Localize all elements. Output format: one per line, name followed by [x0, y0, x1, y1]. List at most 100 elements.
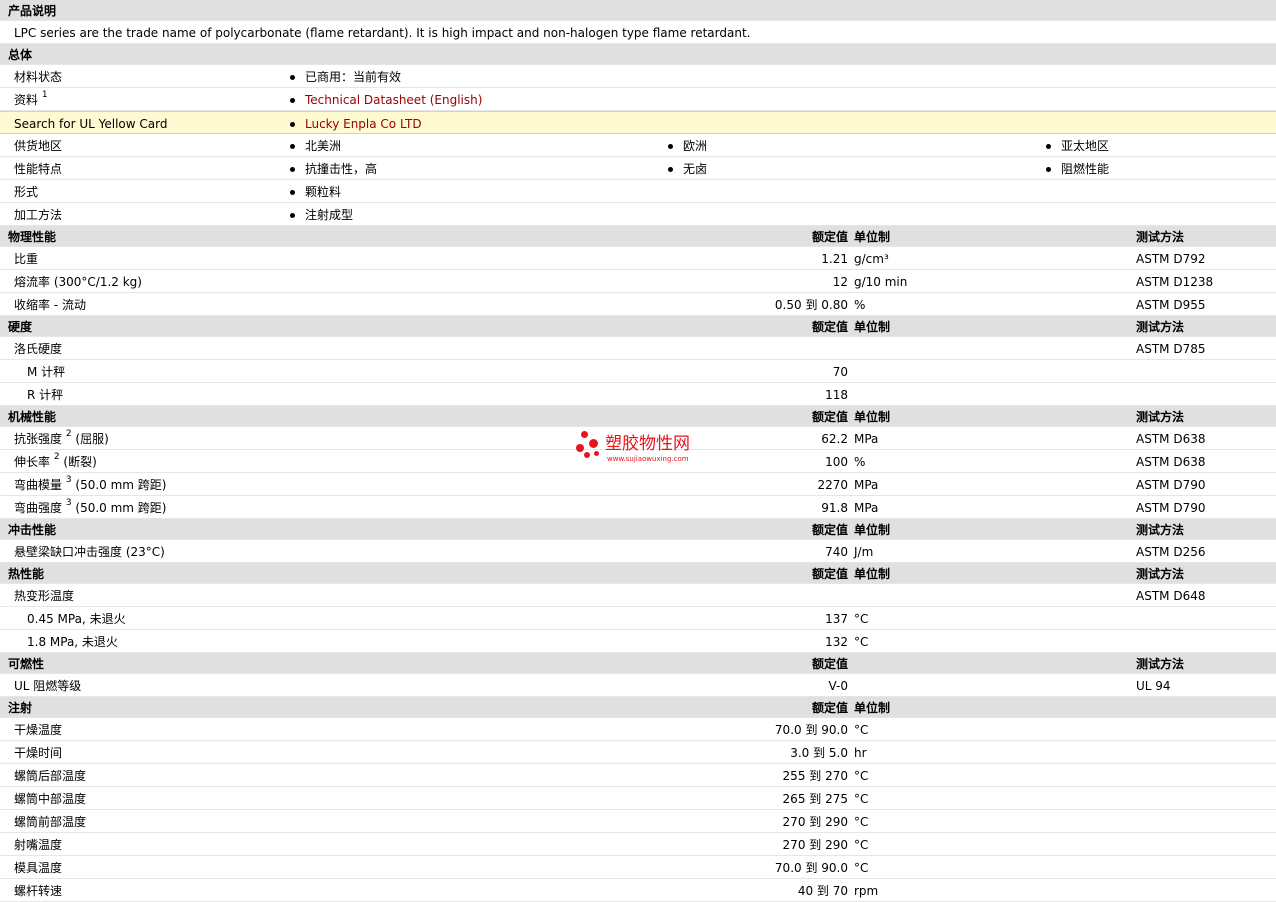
property-value: 270 到 290 [782, 838, 848, 852]
property-label: M 计秤 [27, 365, 66, 379]
property-value: 70.0 到 90.0 [774, 861, 848, 875]
property-unit: % [854, 455, 866, 469]
property-row: UL 阻燃等级 V-0 UL 94 [0, 674, 1276, 697]
header-value: 额定值 [811, 567, 848, 581]
property-unit: °C [854, 815, 869, 829]
header-method: 测试方法 [1136, 567, 1185, 581]
feature-item: 抗撞击性，高 [289, 162, 378, 176]
property-label: 材料状态 [14, 70, 63, 84]
material-status-row: 材料状态 已商用：当前有效 [0, 65, 1276, 88]
property-subrow: 1.8 MPa, 未退火 132 °C [0, 630, 1276, 653]
footnote-marker: 2 [53, 452, 60, 462]
datasheet-link[interactable]: Technical Datasheet (English) [289, 94, 482, 106]
header-unit: 单位制 [854, 523, 891, 537]
test-method: UL 94 [1136, 679, 1171, 693]
logo-dots-icon [575, 430, 605, 466]
test-method: ASTM D648 [1136, 589, 1206, 603]
property-unit: °C [854, 838, 869, 852]
label-text: 弯曲强度 [14, 501, 63, 515]
header-value: 额定值 [811, 523, 848, 537]
property-unit: J/m [854, 545, 874, 559]
property-value: 740 [825, 545, 848, 559]
section-overview: 产品说明 [0, 0, 1276, 21]
section-injection: 注射 额定值 单位制 [0, 697, 1276, 718]
header-unit: 单位制 [854, 320, 891, 334]
property-label: 干燥温度 [14, 723, 63, 737]
property-unit: rpm [854, 884, 879, 898]
header-method: 测试方法 [1136, 410, 1185, 424]
footnote-marker: 3 [65, 498, 72, 508]
footnote-marker: 1 [41, 90, 48, 100]
property-label: 抗张强度 2 (屈服) [14, 430, 109, 446]
property-label: 熔流率 (300°C/1.2 kg) [14, 275, 142, 289]
property-row: 螺筒后部温度 255 到 270 °C [0, 764, 1276, 787]
header-unit: 单位制 [854, 230, 891, 244]
property-label: Search for UL Yellow Card [14, 117, 168, 131]
property-label: 螺筒后部温度 [14, 769, 87, 783]
section-title: 热性能 [8, 567, 45, 581]
property-label: R 计秤 [27, 388, 64, 402]
property-value: 1.21 [821, 252, 848, 266]
watermark-text: 塑胶物性网 [605, 434, 690, 454]
form-value: 颗粒料 [289, 185, 342, 199]
section-title: 物理性能 [8, 230, 57, 244]
header-unit: 单位制 [854, 410, 891, 424]
property-unit: MPa [854, 501, 879, 515]
section-flammability: 可燃性 额定值 测试方法 [0, 653, 1276, 674]
property-row: 干燥时间 3.0 到 5.0 hr [0, 741, 1276, 764]
header-method: 测试方法 [1136, 523, 1185, 537]
property-row: 射嘴温度 270 到 290 °C [0, 833, 1276, 856]
property-row: 模具温度 70.0 到 90.0 °C [0, 856, 1276, 879]
property-unit: g/10 min [854, 275, 908, 289]
test-method: ASTM D638 [1136, 455, 1206, 469]
section-title: 注射 [8, 701, 33, 715]
property-value: 40 到 70 [797, 884, 848, 898]
overview-text: LPC series are the trade name of polycar… [14, 26, 751, 40]
watermark-url: www.sujiaowuxing.com [607, 455, 689, 463]
header-value: 额定值 [811, 410, 848, 424]
property-value: 62.2 [821, 432, 848, 446]
property-label: 螺筒中部温度 [14, 792, 87, 806]
section-title: 产品说明 [8, 4, 57, 18]
watermark-logo: 塑胶物性网 www.sujiaowuxing.com [575, 430, 715, 466]
label-note: (屈服) [71, 432, 109, 446]
section-hardness: 硬度 额定值 单位制 测试方法 [0, 316, 1276, 337]
datasheet: 产品说明 LPC series are the trade name of po… [0, 0, 1276, 902]
label-note: (断裂) [59, 455, 97, 469]
footnote-marker: 2 [65, 429, 72, 439]
property-row: 干燥温度 70.0 到 90.0 °C [0, 718, 1276, 741]
property-unit: hr [854, 746, 867, 760]
document-row: 资料 1 Technical Datasheet (English) [0, 88, 1276, 111]
property-value: 118 [825, 388, 848, 402]
property-label: 伸长率 2 (断裂) [14, 453, 97, 469]
property-unit: MPa [854, 432, 879, 446]
property-label: 加工方法 [14, 208, 63, 222]
property-unit: °C [854, 769, 869, 783]
property-label: 弯曲强度 3 (50.0 mm 跨距) [14, 499, 166, 515]
property-row: 弯曲强度 3 (50.0 mm 跨距) 91.8 MPa ASTM D790 [0, 496, 1276, 519]
features-row: 性能特点 抗撞击性，高 无卤 阻燃性能 [0, 157, 1276, 180]
property-unit: °C [854, 792, 869, 806]
property-row: 螺筒中部温度 265 到 275 °C [0, 787, 1276, 810]
property-unit: °C [854, 635, 869, 649]
overview-row: LPC series are the trade name of polycar… [0, 21, 1276, 44]
property-value: 265 到 275 [782, 792, 848, 806]
header-value: 额定值 [811, 230, 848, 244]
property-label: 干燥时间 [14, 746, 63, 760]
property-label: 模具温度 [14, 861, 63, 875]
property-value: 100 [825, 455, 848, 469]
header-value: 额定值 [811, 320, 848, 334]
doc-label: 资料 [14, 93, 39, 107]
property-unit: °C [854, 723, 869, 737]
property-unit: °C [854, 861, 869, 875]
section-general: 总体 [0, 44, 1276, 65]
property-value: 12 [832, 275, 848, 289]
property-label: 射嘴温度 [14, 838, 63, 852]
feature-item: 阻燃性能 [1045, 162, 1110, 176]
section-title: 冲击性能 [8, 523, 57, 537]
supplier-link[interactable]: Lucky Enpla Co LTD [290, 118, 422, 130]
material-status-value: 已商用：当前有效 [289, 70, 402, 84]
property-row: 收缩率 - 流动 0.50 到 0.80 % ASTM D955 [0, 293, 1276, 316]
label-note: (50.0 mm 跨距) [71, 478, 167, 492]
property-row: 弯曲模量 3 (50.0 mm 跨距) 2270 MPa ASTM D790 [0, 473, 1276, 496]
